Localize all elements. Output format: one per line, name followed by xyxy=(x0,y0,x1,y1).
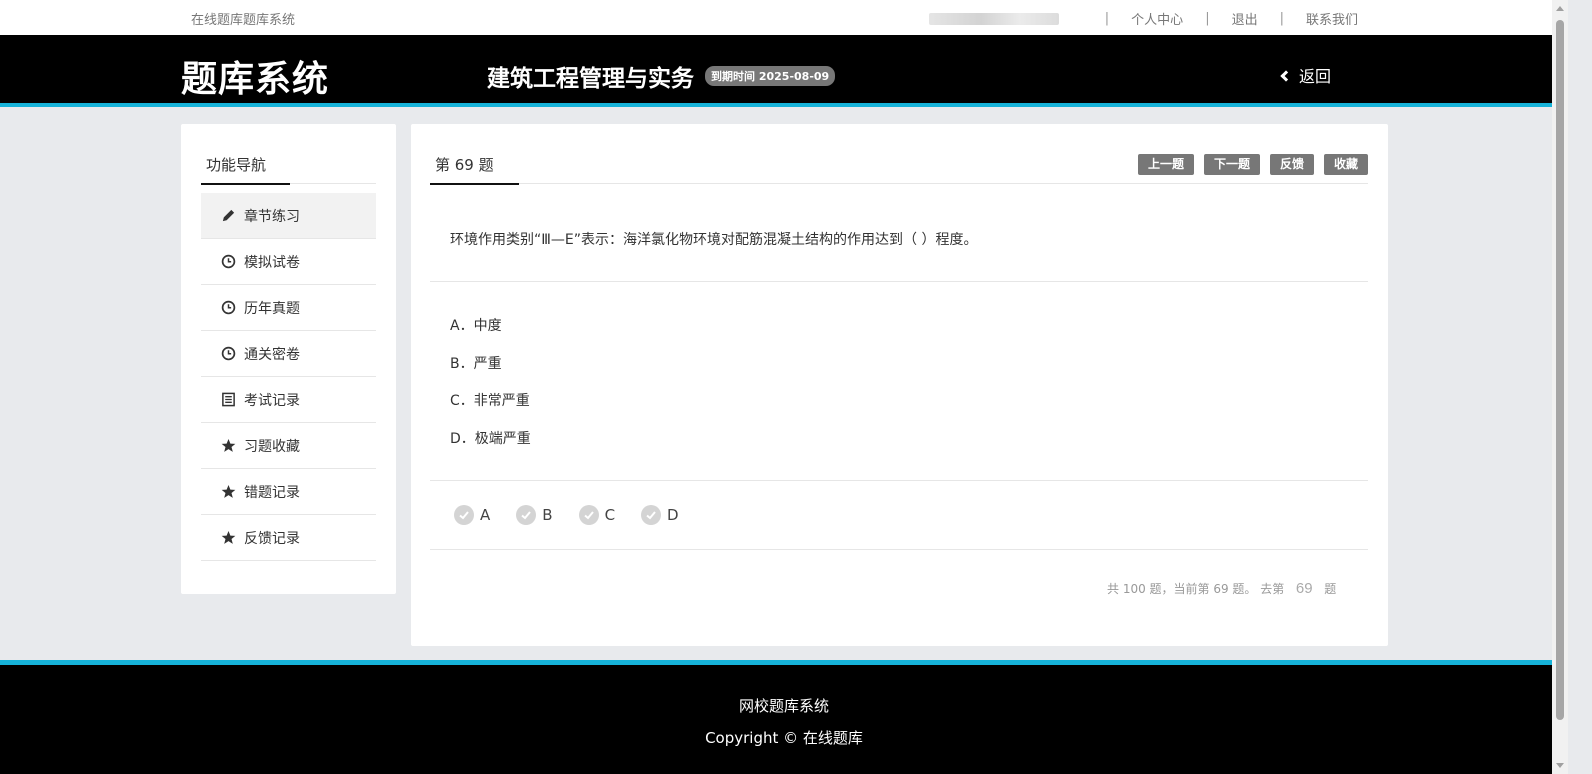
divider xyxy=(430,549,1368,550)
pencil-icon xyxy=(220,208,236,224)
clock-icon xyxy=(220,346,236,362)
footer-title: 网校题库系统 xyxy=(738,697,829,715)
sidebar-item-exam-records[interactable]: 考试记录 xyxy=(201,377,376,423)
footer-copyright: Copyright © 在线题库 xyxy=(705,729,863,747)
answer-label: B xyxy=(542,506,553,524)
sidebar-item-label: 错题记录 xyxy=(244,484,300,501)
check-icon xyxy=(641,505,662,525)
question-text: 环境作用类别“Ⅲ—E”表示：海洋氯化物环境对配筋混凝土结构的作用达到（ ）程度。 xyxy=(450,232,978,248)
site-name: 在线题库题库系统 xyxy=(191,13,296,28)
sidebar-item-label: 模拟试卷 xyxy=(244,254,300,271)
answer-choice-c[interactable]: C xyxy=(578,505,616,525)
question-header: 第 69 题 上一题 下一题 反馈 收藏 xyxy=(430,124,1368,185)
blurred-username xyxy=(928,12,1059,25)
divider xyxy=(430,480,1368,481)
chevron-left-icon xyxy=(1280,69,1292,82)
clock-icon xyxy=(220,254,236,270)
sidebar-item-feedback-records[interactable]: 反馈记录 xyxy=(201,515,376,561)
sidebar-title: 功能导航 xyxy=(206,156,267,174)
brand-title[interactable]: 题库系统 xyxy=(181,50,329,102)
answer-choice-a[interactable]: A xyxy=(454,505,490,525)
logout-link[interactable]: 退出 xyxy=(1232,9,1258,28)
list-icon xyxy=(220,392,236,408)
title-underline xyxy=(430,183,519,185)
answer-choices: A B C D xyxy=(454,505,705,525)
check-icon xyxy=(516,505,537,525)
back-label: 返回 xyxy=(1299,67,1332,86)
sidebar-item-mock-exam[interactable]: 模拟试卷 xyxy=(201,239,376,285)
sidebar: 功能导航 章节练习 模拟试卷 历年真题 通关密卷 考试记录 习题收藏 错题记录 … xyxy=(181,124,396,594)
question-number: 第 69 题 xyxy=(435,156,494,174)
sidebar-item-chapter-practice[interactable]: 章节练习 xyxy=(201,193,376,239)
feedback-button[interactable]: 反馈 xyxy=(1269,154,1314,175)
option-b: B．严重 xyxy=(450,355,502,372)
check-icon xyxy=(578,505,599,525)
title-underline xyxy=(201,183,290,185)
clock-icon xyxy=(220,300,236,316)
next-question-button[interactable]: 下一题 xyxy=(1203,154,1260,175)
answer-label: A xyxy=(480,506,491,524)
separator: | xyxy=(1279,11,1284,26)
star-icon xyxy=(220,530,236,546)
separator: | xyxy=(1205,11,1210,26)
header: 题库系统 建筑工程管理与实务 到期时间 2025-08-09 返回 xyxy=(0,35,1568,107)
answer-label: C xyxy=(604,506,616,524)
question-toolbar: 上一题 下一题 反馈 收藏 xyxy=(1128,154,1368,175)
sidebar-header: 功能导航 xyxy=(201,124,376,185)
scrollbar-thumb[interactable] xyxy=(1556,20,1564,720)
option-d: D．极端严重 xyxy=(450,430,531,447)
course-title: 建筑工程管理与实务 xyxy=(487,66,694,92)
favorite-button[interactable]: 收藏 xyxy=(1323,154,1368,175)
contact-link[interactable]: 联系我们 xyxy=(1306,9,1358,28)
sidebar-item-label: 通关密卷 xyxy=(244,346,300,363)
star-icon xyxy=(220,438,236,454)
sidebar-item-label: 考试记录 xyxy=(244,392,300,409)
option-list: A．中度 B．严重 C．非常严重 D．极端严重 xyxy=(450,315,531,465)
sidebar-item-label: 习题收藏 xyxy=(244,438,300,455)
scroll-down-arrow-icon[interactable] xyxy=(1556,763,1564,768)
sidebar-item-secret-papers[interactable]: 通关密卷 xyxy=(201,331,376,377)
scrollbar[interactable] xyxy=(1552,0,1568,774)
scroll-up-arrow-icon[interactable] xyxy=(1556,6,1564,11)
sidebar-item-favorites[interactable]: 习题收藏 xyxy=(201,423,376,469)
footer: 网校题库系统 Copyright © 在线题库 xyxy=(0,660,1568,774)
answer-choice-d[interactable]: D xyxy=(641,505,679,525)
back-button[interactable]: 返回 xyxy=(1280,63,1332,87)
expiry-badge: 到期时间 2025-08-09 xyxy=(705,66,836,86)
check-icon xyxy=(454,505,474,525)
answer-label: D xyxy=(667,506,679,524)
course-title-wrap: 建筑工程管理与实务 到期时间 2025-08-09 xyxy=(487,59,836,93)
pager-suffix: 题 xyxy=(1324,582,1337,596)
separator: | xyxy=(1104,11,1110,26)
option-c: C．非常严重 xyxy=(450,393,530,409)
option-a: A．中度 xyxy=(450,318,502,334)
question-panel: 第 69 题 上一题 下一题 反馈 收藏 环境作用类别“Ⅲ—E”表示：海洋氯化物… xyxy=(411,124,1388,646)
user-center-link[interactable]: 个人中心 xyxy=(1131,9,1183,28)
divider xyxy=(430,281,1368,282)
sidebar-item-wrong-records[interactable]: 错题记录 xyxy=(201,469,376,515)
sidebar-item-label: 反馈记录 xyxy=(244,530,300,547)
sidebar-item-past-papers[interactable]: 历年真题 xyxy=(201,285,376,331)
sidebar-item-label: 章节练习 xyxy=(244,208,300,225)
top-links: | 个人中心 | 退出 | 联系我们 xyxy=(928,9,1358,28)
prev-question-button[interactable]: 上一题 xyxy=(1137,154,1194,175)
sidebar-nav: 章节练习 模拟试卷 历年真题 通关密卷 考试记录 习题收藏 错题记录 反馈记录 xyxy=(201,193,376,561)
goto-question-input[interactable] xyxy=(1284,580,1325,597)
top-bar: 在线题库题库系统 | 个人中心 | 退出 | 联系我们 xyxy=(0,0,1568,35)
pager-summary: 共 100 题，当前第 69 题。 去第 xyxy=(1107,582,1285,596)
pager: 共 100 题，当前第 69 题。 去第 题 xyxy=(1107,580,1336,597)
answer-choice-b[interactable]: B xyxy=(516,505,553,525)
sidebar-item-label: 历年真题 xyxy=(244,300,300,317)
star-icon xyxy=(220,484,236,500)
